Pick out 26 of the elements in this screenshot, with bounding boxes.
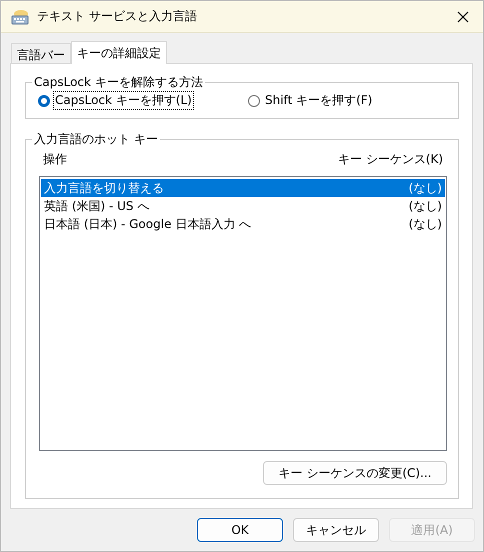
hotkey-list[interactable]: 入力言語を切り替える (なし) 英語 (米国) - US へ (なし) 日本語 (日本) - Google 日本語入力 へ (なし) [39, 176, 447, 451]
action-text: 入力言語を切り替える [44, 180, 164, 196]
action-text: 英語 (米国) - US へ [44, 198, 150, 214]
key-sequence-text: (なし) [408, 198, 442, 214]
radio-button[interactable] [38, 94, 50, 106]
tab[interactable]: キーの詳細設定 [71, 41, 167, 64]
key-sequence-text: (なし) [408, 216, 442, 232]
window-title: テキスト サービスと入力言語 [37, 8, 198, 25]
dialog-button[interactable]: OK [197, 518, 283, 542]
keyboard-icon [11, 8, 29, 24]
close-icon[interactable] [457, 10, 469, 22]
tab[interactable]: 言語バー [11, 43, 71, 63]
group-title: CapsLock キーを解除する方法 [33, 74, 204, 91]
radio-label[interactable]: Shift キーを押す(F) [263, 91, 374, 110]
dialog-button[interactable]: キャンセル [293, 518, 379, 542]
radio-button[interactable] [248, 94, 260, 106]
radio-label[interactable]: CapsLock キーを押す(L) [53, 91, 194, 110]
list-row[interactable]: 入力言語を切り替える (なし) [41, 179, 445, 197]
list-row[interactable]: 日本語 (日本) - Google 日本語入力 へ (なし) [41, 215, 445, 233]
change-key-sequence-button[interactable]: キー シーケンスの変更(C)... [263, 461, 447, 485]
column-header: 操作 [43, 151, 67, 168]
key-sequence-text: (なし) [408, 180, 442, 196]
list-row[interactable]: 英語 (米国) - US へ (なし) [41, 197, 445, 215]
group-title: 入力言語のホット キー [33, 131, 159, 148]
action-text: 日本語 (日本) - Google 日本語入力 へ [44, 216, 252, 232]
column-header: キー シーケンス(K) [338, 151, 443, 168]
